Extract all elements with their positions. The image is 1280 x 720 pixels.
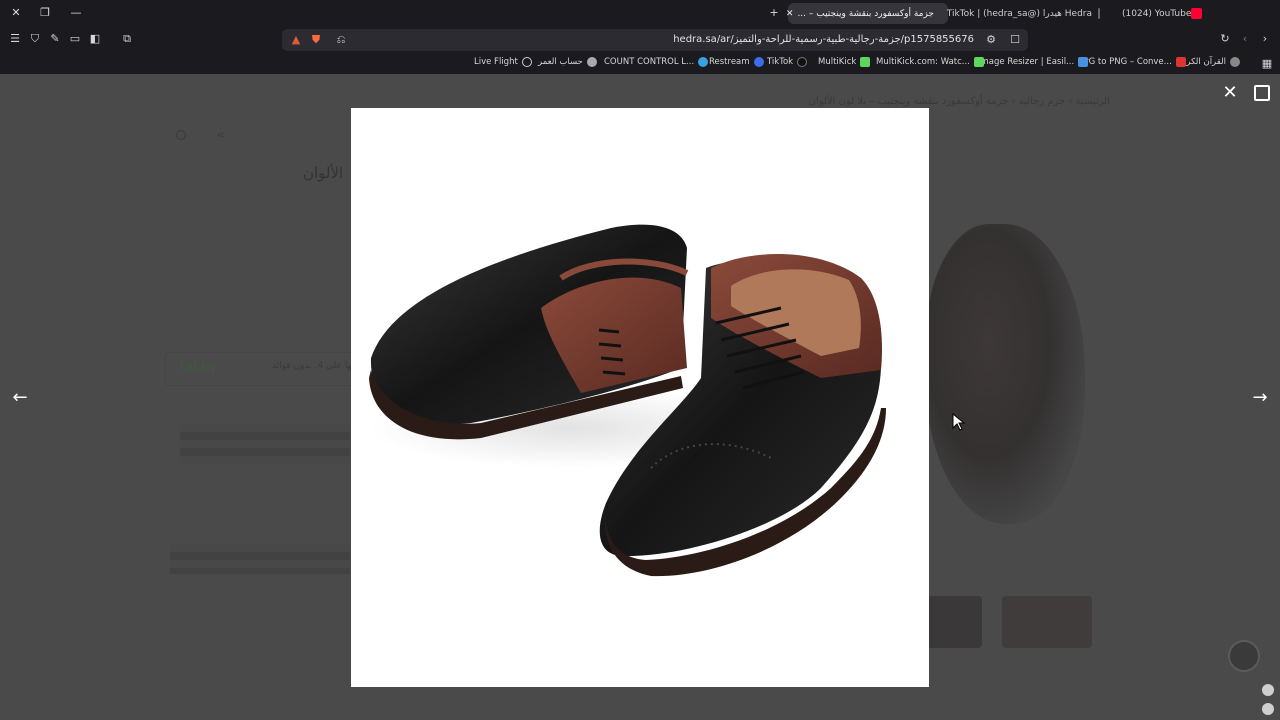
- multikick-icon: [860, 57, 871, 67]
- bookmark-restream[interactable]: Restream: [709, 57, 764, 67]
- bookmark-label: JPG to PNG – Conve...: [1081, 57, 1172, 67]
- bookmark-image-resizer[interactable]: Image Resizer | Easil...: [978, 57, 1089, 67]
- page-title: الألوان: [303, 164, 344, 182]
- previous-image-arrow-icon[interactable]: ←: [8, 386, 32, 410]
- bookmark-label: TikTok: [767, 57, 794, 67]
- bookmark-label: Live Flight: [474, 57, 518, 67]
- brave-icon[interactable]: ▲: [289, 33, 303, 47]
- image-resizer-icon: [1078, 57, 1089, 67]
- bookmark-tiktok[interactable]: TikTok: [767, 57, 808, 67]
- tab-tiktok[interactable]: Hedra هيدرا (@hedra_sa) | TikTok: [947, 3, 1108, 24]
- bookmark-label: MultiKick: [818, 57, 857, 67]
- next-image-arrow-icon[interactable]: →: [1248, 386, 1272, 410]
- multikick-icon: [973, 57, 984, 67]
- tab-label: (1024) YouTube: [1122, 8, 1192, 19]
- new-tab-icon[interactable]: +: [766, 5, 782, 21]
- accessibility-icon[interactable]: [1262, 703, 1274, 715]
- wishlist-icon: [176, 130, 186, 140]
- live-flight-icon: [521, 57, 532, 67]
- address-bar[interactable]: ▲ ⛊ ⎌ hedra.sa/ar/جزمة-رجالية-طبية-رسمية…: [282, 29, 1028, 51]
- restore-window-icon[interactable]: ❐: [37, 5, 53, 21]
- close-lightbox-icon[interactable]: ✕: [1220, 83, 1240, 103]
- bookmark-label: حساب العمر: [538, 57, 583, 67]
- reload-icon[interactable]: ↻: [1218, 32, 1232, 46]
- globe-icon: [1230, 57, 1240, 67]
- tab-youtube[interactable]: (1024) YouTube: [1114, 3, 1274, 24]
- back-icon[interactable]: ‹: [1238, 32, 1252, 46]
- bookmark-age-calc[interactable]: حساب العمر: [538, 57, 597, 67]
- tab-close-icon[interactable]: ✕: [786, 9, 798, 19]
- bookmark-count-control[interactable]: COUNT CONTROL L...: [604, 57, 709, 67]
- jpg-icon: [1175, 57, 1186, 67]
- bookmark-multikick-com[interactable]: MultiKick.com: Watc...: [876, 57, 984, 67]
- shield-icon[interactable]: ⛉: [28, 32, 42, 46]
- mouse-cursor-icon: [952, 413, 966, 431]
- bookmark-icon[interactable]: ☐: [1008, 33, 1022, 47]
- wallet-icon[interactable]: ▭: [68, 32, 82, 46]
- tab-product[interactable]: جزمة أوكسفورد بنقشة وينجتيب – ... ✕: [786, 3, 948, 24]
- browser-titlebar: ✕ ❐ — + جزمة أوكسفورد بنقشة وينجتيب – ..…: [0, 0, 1280, 26]
- site-settings-icon[interactable]: ⚙: [984, 33, 998, 47]
- bookmark-label: Restream: [709, 57, 750, 67]
- tiktok-icon: [797, 57, 808, 67]
- forward-icon[interactable]: ›: [1258, 32, 1272, 46]
- tab-label: جزمة أوكسفورد بنقشة وينجتيب – ...: [797, 8, 934, 19]
- whatsapp-icon[interactable]: [1228, 640, 1260, 672]
- shields-icon[interactable]: ⛊: [309, 33, 323, 47]
- microphone-icon[interactable]: [1262, 684, 1274, 696]
- bookmark-multikick[interactable]: MultiKick: [818, 57, 871, 67]
- age-calc-icon: [586, 57, 597, 67]
- restream-icon: [753, 57, 764, 67]
- bookmark-jpg-png[interactable]: JPG to PNG – Conve...: [1081, 57, 1186, 67]
- oxford-shoes-image: [369, 224, 886, 577]
- share-icon[interactable]: ⎌: [334, 33, 348, 47]
- menu-icon[interactable]: ☰: [8, 32, 22, 46]
- tabby-box: [165, 352, 355, 386]
- screenshot-icon[interactable]: ⧉: [120, 32, 134, 46]
- bookmark-live-flight[interactable]: Live Flight: [474, 57, 532, 67]
- bookmark-label: COUNT CONTROL L...: [604, 57, 695, 67]
- main-image-behind: [925, 224, 1085, 524]
- bookmark-label: MultiKick.com: Watc...: [876, 57, 970, 67]
- bookmark-label: Image Resizer | Easil...: [978, 57, 1075, 67]
- fullscreen-icon[interactable]: [1254, 85, 1270, 101]
- bookmark-quran[interactable]: القرآن الكريم: [1178, 57, 1240, 67]
- breadcrumb: الرئيسية › جزم رجالية › جزمة أوكسفورد بن…: [808, 96, 1110, 107]
- bookmarks-bar: القرآن الكريم JPG to PNG – Conve... Imag…: [0, 54, 1280, 74]
- share-icon: ⋖: [216, 130, 225, 141]
- close-window-icon[interactable]: ✕: [8, 5, 24, 21]
- tiktok-icon: [1098, 8, 1100, 19]
- count-control-icon: [698, 57, 709, 67]
- youtube-icon: [1191, 8, 1203, 19]
- product-photo: [351, 108, 929, 687]
- all-bookmarks-icon[interactable]: ▦: [1260, 57, 1274, 71]
- thumbnail: [1002, 596, 1092, 648]
- url-text: hedra.sa/ar/جزمة-رجالية-طبية-رسمية-للراح…: [673, 34, 974, 45]
- sidebar-icon[interactable]: ◧: [88, 32, 102, 46]
- description-block: [170, 544, 350, 574]
- description-block: [180, 424, 350, 464]
- minimize-window-icon[interactable]: —: [68, 5, 84, 21]
- tab-label: Hedra هيدرا (@hedra_sa) | TikTok: [946, 8, 1092, 19]
- pen-icon[interactable]: ✎: [48, 32, 62, 46]
